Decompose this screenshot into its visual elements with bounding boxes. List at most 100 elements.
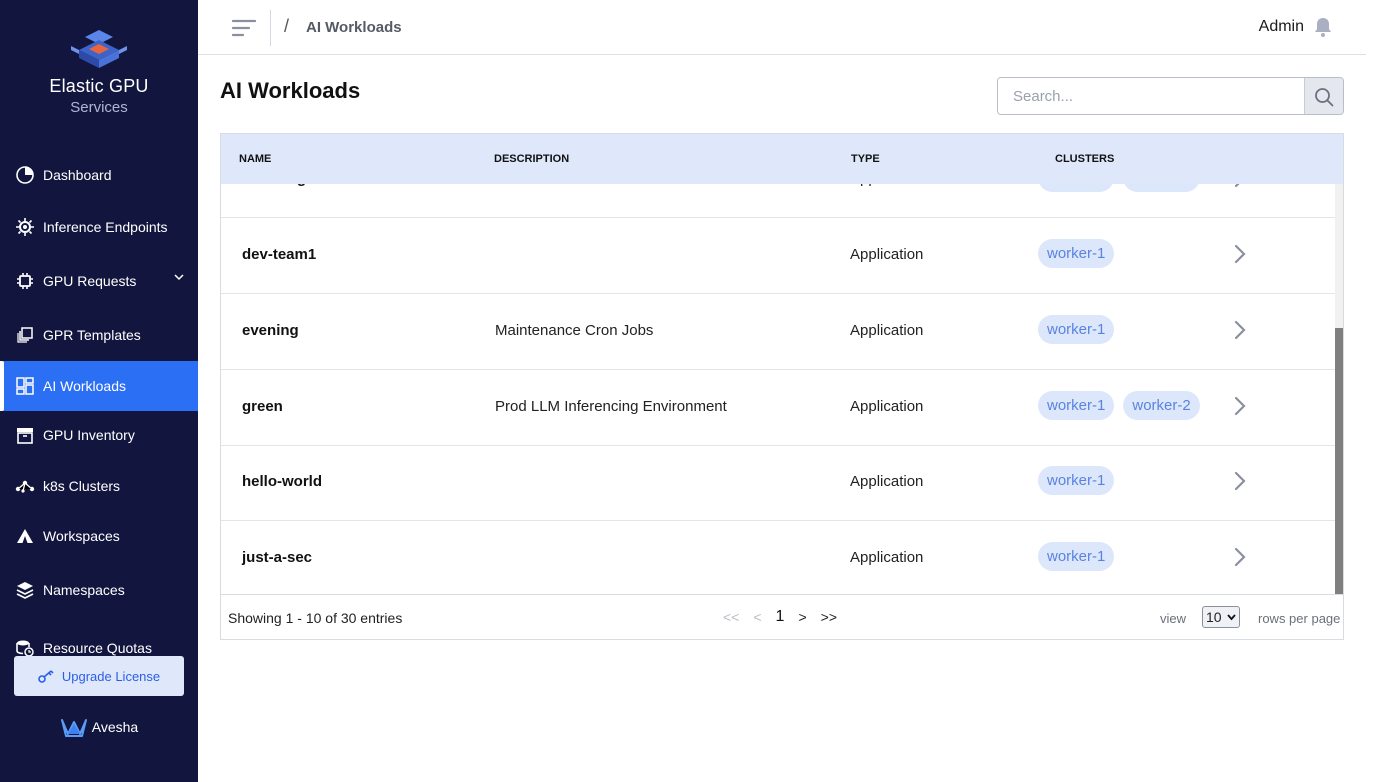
chevron-right-icon[interactable] — [1231, 242, 1249, 266]
workload-type: Application — [850, 473, 924, 490]
sidebar-item-label: k8s Clusters — [43, 478, 121, 494]
table-footer: Showing 1 - 10 of 30 entries << < 1 > >>… — [221, 594, 1343, 639]
sidebar-item-label: Workspaces — [43, 528, 120, 544]
topbar: / AI Workloads Admin — [198, 0, 1366, 55]
workload-type: Application — [850, 322, 924, 339]
table-row[interactable]: dev-team1 Application worker-1 — [221, 218, 1335, 294]
cluster-chip: worker-1 — [1038, 466, 1115, 495]
chevron-right-icon[interactable] — [1231, 469, 1249, 493]
last-page-button[interactable]: >> — [821, 609, 837, 625]
cluster-chips: worker-1 — [1038, 315, 1115, 344]
cluster-chip: worker-1 — [1038, 391, 1115, 420]
cluster-chips: worker-1 — [1038, 542, 1115, 571]
sidebar-item-workspaces[interactable]: Workspaces — [0, 511, 198, 561]
chevron-right-icon[interactable] — [1231, 394, 1249, 418]
chevron-right-icon[interactable] — [1231, 184, 1249, 190]
archive-box-icon — [15, 425, 35, 445]
table-row[interactable]: evening Maintenance Cron Jobs Applicatio… — [221, 294, 1335, 370]
column-header-clusters[interactable]: CLUSTERS — [1055, 153, 1114, 165]
sidebar-item-dashboard[interactable]: Dashboard — [0, 150, 198, 200]
brand-subtitle: Services — [70, 99, 128, 116]
sidebar-item-label: Namespaces — [43, 582, 125, 598]
column-header-description[interactable]: DESCRIPTION — [494, 153, 569, 165]
cluster-chip: worker-1 — [1038, 542, 1115, 571]
sidebar-item-namespaces[interactable]: Namespaces — [0, 565, 198, 615]
workload-name[interactable]: evening — [242, 322, 299, 339]
pagination: << < 1 > >> — [723, 608, 837, 626]
workload-name[interactable]: green — [242, 398, 283, 415]
workloads-table: NAME DESCRIPTION TYPE CLUSTERS blue-orig… — [220, 133, 1344, 640]
copy-icon — [15, 325, 35, 345]
sidebar-item-gpr-templates[interactable]: GPR Templates — [0, 310, 198, 360]
first-page-button[interactable]: << — [723, 609, 739, 625]
next-page-button[interactable]: > — [798, 609, 806, 625]
current-page[interactable]: 1 — [776, 608, 785, 626]
chevron-right-icon[interactable] — [1231, 318, 1249, 342]
tent-icon — [15, 526, 35, 546]
search-box — [997, 77, 1344, 115]
key-icon — [38, 670, 54, 683]
sidebar: Elastic GPU Services Dashboard Inference… — [0, 0, 198, 782]
rows-per-page-label: rows per page — [1258, 611, 1341, 626]
user-menu[interactable]: Admin — [1259, 17, 1332, 37]
workload-type: Application — [850, 246, 924, 263]
table-row[interactable]: green Prod LLM Inferencing Environment A… — [221, 370, 1335, 446]
table-row[interactable]: just-a-sec Application worker-1 — [221, 521, 1335, 594]
cluster-chip: worker-1 — [1038, 184, 1115, 192]
sidebar-item-k8s-clusters[interactable]: k8s Clusters — [0, 461, 198, 511]
workload-description: Maintenance Cron Jobs — [495, 322, 654, 339]
user-name: Admin — [1258, 18, 1304, 35]
crown-icon — [60, 719, 87, 737]
workload-name[interactable]: just-a-sec — [242, 549, 312, 566]
rows-per-page-value: 10 — [1206, 609, 1222, 625]
sidebar-item-inference-endpoints[interactable]: Inference Endpoints — [0, 202, 198, 252]
search-input[interactable] — [998, 78, 1304, 114]
sidebar-item-label: GPU Inventory — [43, 427, 135, 443]
table-row[interactable]: hello-world Application worker-1 — [221, 445, 1335, 521]
cluster-chips: worker-1 worker-2 — [1038, 391, 1200, 420]
sidebar-item-ai-workloads[interactable]: AI Workloads — [0, 361, 198, 411]
bell-icon[interactable] — [1314, 17, 1332, 37]
scrollbar-thumb[interactable] — [1335, 328, 1343, 594]
dashboard-grid-icon — [15, 376, 35, 396]
view-label: view — [1160, 611, 1187, 626]
network-icon — [15, 476, 35, 496]
table-row[interactable]: blue-origin Application worker-1 worker-… — [221, 184, 1335, 218]
breadcrumb-separator: / — [284, 16, 290, 36]
sidebar-item-gpu-inventory[interactable]: GPU Inventory — [0, 410, 198, 460]
workload-type: Application — [850, 549, 924, 566]
breadcrumb[interactable]: AI Workloads — [306, 19, 402, 36]
search-button[interactable] — [1304, 78, 1343, 114]
column-header-type[interactable]: TYPE — [851, 153, 880, 165]
brand-title: Elastic GPU — [49, 76, 149, 96]
topbar-divider — [270, 10, 271, 46]
layers-icon — [15, 580, 35, 600]
column-header-name[interactable]: NAME — [239, 153, 271, 165]
sidebar-item-label: GPR Templates — [43, 327, 141, 343]
search-icon — [1315, 88, 1334, 107]
table-scrollbar[interactable] — [1335, 184, 1343, 594]
workload-type: Application — [850, 398, 924, 415]
workload-name[interactable]: dev-team1 — [242, 246, 316, 263]
prev-page-button[interactable]: < — [753, 609, 761, 625]
rows-per-page-select[interactable]: 10 — [1202, 606, 1240, 628]
chevron-down-icon — [1227, 614, 1236, 621]
table-body: blue-origin Application worker-1 worker-… — [221, 184, 1335, 594]
sidebar-item-gpu-requests[interactable]: GPU Requests — [0, 256, 198, 306]
table-header: NAME DESCRIPTION TYPE CLUSTERS — [221, 134, 1343, 184]
cluster-chips: worker-1 worker-2 — [1038, 184, 1200, 192]
brand: Elastic GPU Services — [0, 28, 198, 116]
cluster-chip: worker-1 — [1038, 315, 1115, 344]
workload-type: Application — [850, 184, 923, 187]
entries-count: Showing 1 - 10 of 30 entries — [228, 610, 403, 626]
menu-toggle-icon[interactable] — [232, 18, 256, 38]
avesha-logo: Avesha — [0, 716, 198, 738]
database-clock-icon — [15, 638, 35, 658]
chevron-right-icon[interactable] — [1231, 545, 1249, 569]
workload-name[interactable]: blue-origin — [242, 184, 320, 187]
upgrade-license-button[interactable]: Upgrade License — [14, 656, 184, 696]
workload-name[interactable]: hello-world — [242, 473, 322, 490]
page-title: AI Workloads — [220, 78, 361, 103]
chevron-down-icon[interactable] — [174, 272, 184, 282]
sidebar-item-label: Dashboard — [43, 167, 112, 183]
